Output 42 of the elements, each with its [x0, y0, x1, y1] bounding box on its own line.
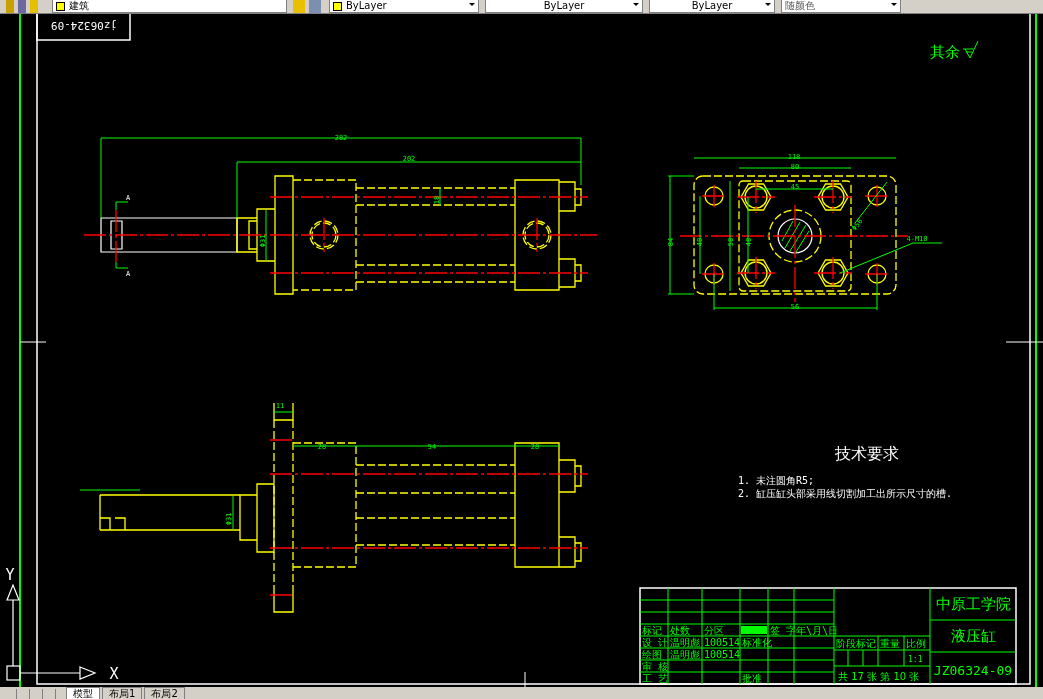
roughness-note: 其余 — [930, 43, 960, 61]
axis-label: Y — [5, 566, 15, 584]
title-block-text: 绘图 — [642, 649, 662, 660]
title-block-text: 设 计 — [642, 637, 669, 648]
part-name: 液压缸 — [950, 627, 996, 645]
title-block-text: 标准化 — [742, 637, 772, 648]
requirement-text: 2. 缸压缸头部采用线切割加工出所示尺寸的槽. — [738, 488, 953, 499]
plot-style-dropdown[interactable]: 随颜色 — [781, 0, 901, 13]
filled-bar — [741, 626, 767, 634]
title-block-text: 处数 — [670, 625, 690, 636]
layer-dropdown[interactable]: 建筑 — [52, 0, 287, 13]
layout-tab[interactable]: 模型 — [66, 687, 100, 699]
title-block-text: 100514 — [704, 649, 741, 660]
layer-tool-icon[interactable] — [293, 0, 323, 13]
layout-tab[interactable]: 布局1 — [102, 687, 143, 699]
title-block-text: 年\月\日 — [796, 625, 839, 636]
title-block-text: 温明彪 — [670, 649, 700, 660]
property-dropdown[interactable]: ByLayer — [329, 0, 479, 13]
title-block-text: 审 核 — [642, 661, 669, 672]
layout-tab[interactable]: 布局2 — [144, 687, 185, 699]
axis-label: X — [109, 665, 119, 683]
roughness-symbol-icon — [962, 40, 979, 59]
scale-label: 1:1 — [908, 655, 923, 664]
title-block-text: 分区 — [704, 625, 724, 636]
requirements-title: 技术要求 — [835, 444, 899, 463]
title-block-text: 签 字 — [770, 625, 797, 636]
title-block-text: 阶段标记 — [836, 638, 876, 649]
title-block-text: 批准 — [742, 673, 762, 684]
property-dropdown[interactable]: ByLayer — [485, 0, 643, 13]
title-block-text: 100514 — [704, 637, 741, 648]
title-block-text: 温明彪 — [670, 637, 700, 648]
property-dropdown[interactable]: ByLayer — [649, 0, 775, 13]
drawing-number-label: jz06324-09 — [50, 19, 118, 32]
drawing-number: JZ06324-09 — [933, 663, 1013, 678]
title-block-text: 比例 — [906, 638, 926, 649]
ucs-axes-icon — [6, 583, 97, 681]
title-block-text: 标记 — [642, 625, 662, 636]
requirement-text: 1. 未注圆角R5; — [738, 475, 815, 486]
school-name: 中原工学院 — [935, 595, 1011, 613]
sheet-count-label: 共 17 张 第 10 张 — [838, 671, 920, 682]
title-block-text: 工 艺 — [642, 673, 669, 684]
title-block-text: 重量 — [880, 638, 900, 649]
